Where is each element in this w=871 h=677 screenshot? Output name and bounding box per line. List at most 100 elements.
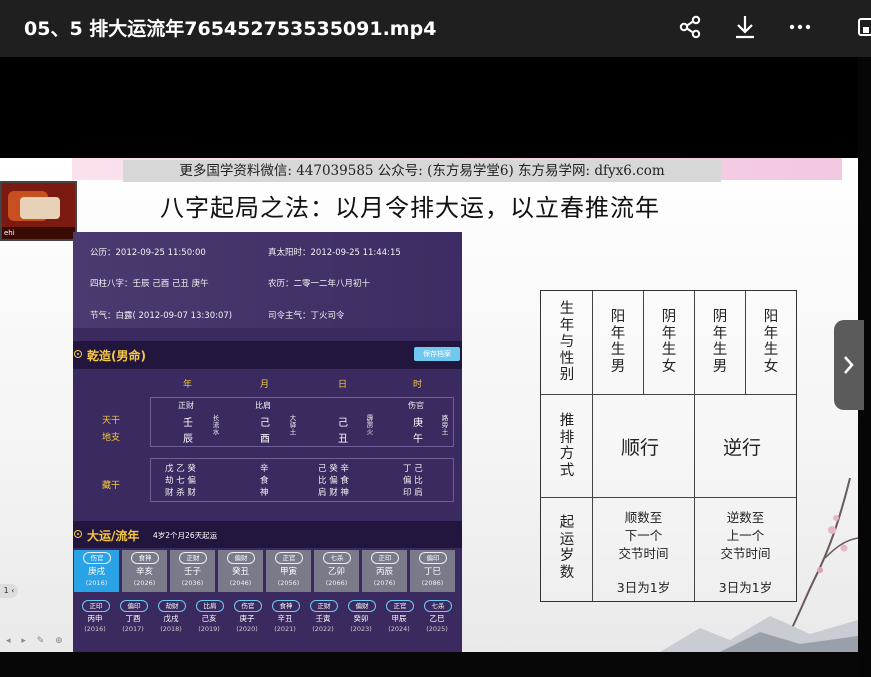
liunian-god: 伤官 — [234, 600, 262, 612]
dayun-ganzhi: 乙卯 — [327, 567, 345, 577]
rule-table: 生年与性别 阳年生男 阴年生女 阴年生男 阳年生女 推排方式 顺行 逆行 起运岁… — [540, 290, 797, 602]
liunian-god: 七杀 — [424, 600, 452, 612]
dayun-year: (2016) — [85, 579, 108, 587]
dayun-year: (2026) — [133, 579, 156, 587]
liunian-item[interactable]: 偏财 癸卯 (2023) — [343, 598, 379, 636]
next-button[interactable] — [834, 320, 864, 410]
backward-rule: 3日为1岁 — [718, 580, 773, 595]
canggan-hour-god: 偏 比 — [403, 476, 423, 486]
dayun-item[interactable]: 七杀乙卯 (2066) — [314, 550, 359, 592]
canggan-year-gan: 戊 乙 癸 — [165, 464, 196, 474]
dayun-god: 正官 — [275, 552, 303, 564]
liunian-year: (2022) — [312, 625, 334, 633]
liunian-item[interactable]: 比肩 己亥 (2019) — [191, 598, 227, 636]
qianzao-bar: 乾造(男命) 保存档案 — [73, 341, 462, 369]
liunian-item[interactable]: 食神 辛丑 (2021) — [267, 598, 303, 636]
slide-toolbar-icons[interactable]: ◂ ▸ ✎ ⊕ — [6, 636, 67, 646]
dayun-item[interactable]: 正印丙辰 (2076) — [362, 550, 407, 592]
dayun-item[interactable]: 食神 辛亥 (2026) — [122, 550, 167, 592]
bullet-icon — [74, 530, 82, 538]
more-icon[interactable] — [784, 11, 816, 43]
speed-badge[interactable]: 1 ‹ — [0, 584, 18, 598]
header-yang-male: 阳年生男 — [610, 309, 626, 375]
title-bar: 05、5 排大运流年765452753535091.mp4 — [0, 0, 871, 57]
pillar-month-gan: 己 — [260, 418, 270, 429]
canggan-month-god: 食 — [260, 476, 269, 486]
gongli-text: 公历：2012-09-25 11:50:00 — [90, 248, 206, 258]
liunian-item[interactable]: 七杀 乙巳 (2025) — [419, 598, 455, 636]
birth-info: 公历：2012-09-25 11:50:00 真太阳时：2012-09-25 1… — [73, 232, 462, 328]
header-yin-female: 阴年生女 — [661, 309, 677, 375]
canggan-month-god2: 神 — [260, 488, 269, 498]
dayun-ganzhi: 丙辰 — [375, 567, 393, 577]
dayun-year: (2036) — [181, 579, 204, 587]
dayun-god: 七杀 — [323, 552, 351, 564]
liunian-ganzhi: 乙巳 — [429, 614, 445, 623]
dayun-item[interactable]: 正官甲寅 (2056) — [266, 550, 311, 592]
canggan-year-god: 劫 七 偏 — [165, 476, 196, 486]
liunian-ganzhi: 甲辰 — [391, 614, 407, 623]
save-record-button[interactable]: 保存档案 — [414, 347, 460, 361]
age-label: 起运岁数 — [559, 515, 575, 581]
liunian-item[interactable]: 正财 壬寅 (2022) — [305, 598, 341, 636]
liunian-god: 正官 — [386, 600, 414, 612]
jieqi-text: 节气：白露( 2012-09-07 13:30:07) — [90, 311, 233, 321]
slide-heading: 八字起局之法：以月令排大运，以立春推流年 — [160, 194, 660, 222]
dayun-god: 正财 — [179, 552, 207, 564]
liunian-god: 正财 — [310, 600, 338, 612]
dayun-god: 偏印 — [419, 552, 447, 564]
dayun-year: (2076) — [373, 579, 396, 587]
dayun-year: (2056) — [277, 579, 300, 587]
pillar-month-shishen: 比肩 — [255, 401, 271, 410]
dayun-ganzhi: 甲寅 — [279, 567, 297, 577]
dayun-ganzhi: 丁巳 — [423, 567, 441, 577]
dayun-year: (2066) — [325, 579, 348, 587]
liunian-year: (2018) — [160, 625, 182, 633]
share-icon[interactable] — [674, 11, 706, 43]
liunian-year: (2021) — [274, 625, 296, 633]
dayun-bar: 大运/流年 4岁2个月26天起运 — [73, 521, 462, 548]
pillar-hour-nayin: 路旁土 — [441, 414, 449, 436]
pip-icon[interactable] — [855, 11, 871, 43]
dayun-god: 食神 — [131, 552, 159, 564]
liunian-god: 劫财 — [158, 600, 186, 612]
qiyun-text: 4岁2个月26天起运 — [153, 531, 218, 540]
dayun-item[interactable]: 偏印 丁巳 (2086) — [410, 550, 455, 592]
siling-text: 司令主气：丁火司令 — [268, 311, 345, 321]
qianzao-title: 乾造(男命) — [87, 349, 146, 363]
dayun-item[interactable]: 正财壬子 (2036) — [170, 550, 215, 592]
pillar-year-gan: 壬 — [183, 418, 193, 429]
liunian-item[interactable]: 正官 甲辰 (2024) — [381, 598, 417, 636]
nongli-text: 农历：二零一二年八月初十 — [268, 279, 371, 289]
dayun-ganzhi: 壬子 — [183, 567, 201, 577]
liunian-item[interactable]: 伤官 庚子 (2020) — [229, 598, 265, 636]
liunian-year: (2016) — [84, 625, 106, 633]
liunian-item[interactable]: 正印 丙申 (2016) — [77, 598, 113, 636]
liunian-item[interactable]: 偏印 丁酉 (2017) — [115, 598, 151, 636]
backward-text: 逆行 — [723, 437, 762, 459]
forward-desc-2: 下一个 — [624, 528, 663, 543]
pillar-day-gan: 己 — [338, 418, 348, 429]
header-yin-male: 阴年生男 — [712, 309, 728, 375]
video-letterbox-top — [0, 57, 858, 158]
pillar-year-zhi: 辰 — [183, 434, 193, 445]
dayun-item[interactable]: 偏财 癸丑 (2046) — [218, 550, 263, 592]
liunian-item[interactable]: 劫财 戊戌 (2018) — [153, 598, 189, 636]
dayun-god: 正印 — [371, 552, 399, 564]
liunian-ganzhi: 辛丑 — [277, 614, 293, 623]
header-yang-female: 阳年生女 — [763, 309, 779, 375]
chevron-right-icon — [844, 356, 854, 374]
dayun-ganzhi: 癸丑 — [231, 567, 249, 577]
canggan-year-god2: 财 杀 财 — [165, 488, 196, 498]
canggan-label: 藏干 — [102, 481, 121, 491]
presenter-thumbnail: ehi — [0, 181, 77, 241]
pillar-month-nayin: 大驿土 — [289, 414, 297, 436]
video-frame[interactable]: 更多国学资料微信: 447039585 公众号: (东方易学堂6) 东方易学网:… — [0, 158, 858, 652]
liunian-god: 正印 — [82, 600, 110, 612]
dayun-item[interactable]: 伤官 庚戌 (2016) — [74, 550, 119, 592]
liunian-ganzhi: 癸卯 — [353, 614, 369, 623]
backward-desc-1: 逆数至 — [726, 510, 765, 525]
download-icon[interactable] — [729, 11, 761, 43]
gender-year-label: 生年与性别 — [559, 301, 575, 383]
col-month: 月 — [260, 380, 270, 390]
